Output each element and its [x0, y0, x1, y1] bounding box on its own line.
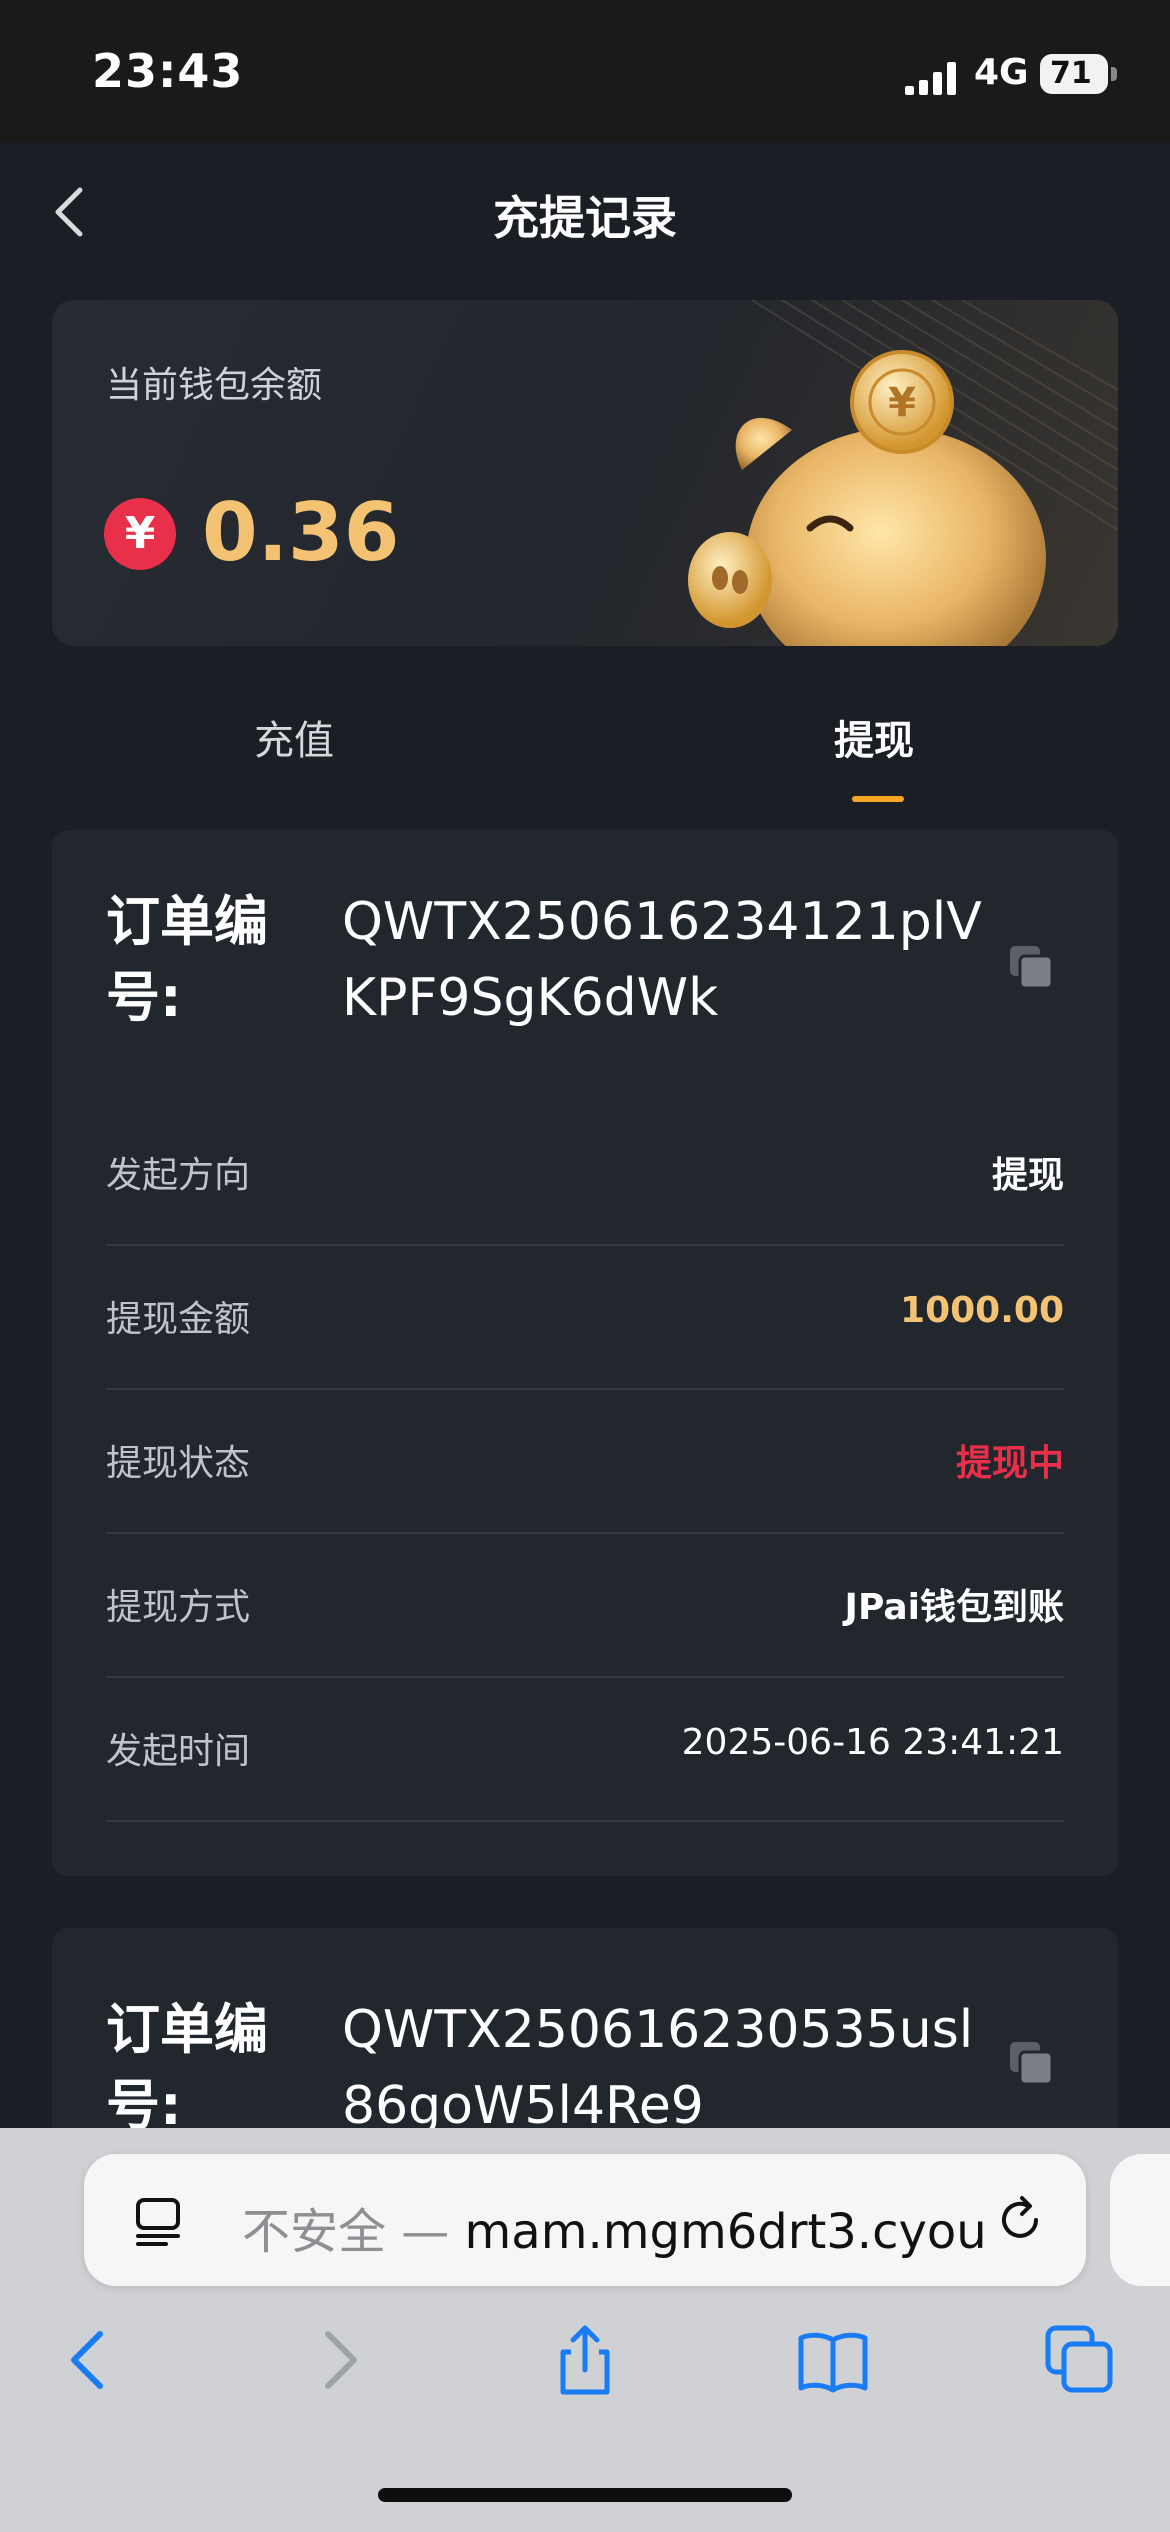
- wallet-balance-amount: 0.36: [202, 486, 400, 579]
- reload-icon[interactable]: [992, 2192, 1048, 2248]
- active-tab-indicator: [852, 796, 904, 802]
- detail-row-status: 提现状态 提现中: [106, 1388, 1064, 1534]
- address-bar[interactable]: 不安全 — mam.mgm6drt3.cyou: [84, 2154, 1086, 2286]
- detail-label: 提现状态: [106, 1443, 251, 1484]
- detail-label: 发起方向: [106, 1155, 251, 1196]
- copy-icon[interactable]: [1006, 2038, 1056, 2088]
- tabs-icon[interactable]: [1040, 2320, 1120, 2400]
- detail-value: 提现: [991, 1155, 1064, 1196]
- page-title: 充提记录: [493, 191, 677, 245]
- url-domain: mam.mgm6drt3.cyou: [464, 2204, 987, 2260]
- withdraw-amount-value: 1000.00: [900, 1290, 1064, 1331]
- order-number: QWTX250616230535usl86goW5l4Re9: [342, 2000, 974, 2136]
- network-type: 4G: [974, 52, 1029, 93]
- url-text: 不安全 — mam.mgm6drt3.cyou: [242, 2192, 987, 2262]
- status-bar: 23:43 4G 71: [0, 0, 1170, 142]
- next-tab-preview[interactable]: [1110, 2154, 1170, 2286]
- reader-page-icon[interactable]: [132, 2194, 184, 2246]
- wallet-balance-card: 当前钱包余额 ¥ 0.36 ¥: [52, 300, 1118, 646]
- detail-label: 提现金额: [106, 1299, 251, 1340]
- detail-value: 2025-06-16 23:41:21: [681, 1722, 1064, 1763]
- detail-label: 提现方式: [106, 1587, 251, 1628]
- yen-icon: ¥: [104, 498, 176, 570]
- detail-row-direction: 发起方向 提现: [106, 1100, 1064, 1246]
- detail-label: 发起时间: [106, 1731, 251, 1772]
- order-card: 订单编号: QWTX250616234121plVKPF9SgK6dWk 发起方…: [52, 830, 1118, 1876]
- order-number: QWTX250616234121plVKPF9SgK6dWk: [342, 892, 982, 1028]
- battery-icon: 71: [1040, 54, 1108, 94]
- share-icon[interactable]: [545, 2320, 625, 2400]
- tab-withdraw[interactable]: 提现: [834, 708, 914, 766]
- signal-icon: [905, 62, 956, 95]
- piggy-bank-icon: ¥: [688, 350, 1046, 646]
- home-indicator[interactable]: [378, 2488, 792, 2502]
- browser-back-icon[interactable]: [48, 2320, 128, 2400]
- detail-row-amount: 提现金额 1000.00: [106, 1244, 1064, 1390]
- bookmarks-icon[interactable]: [793, 2320, 873, 2400]
- copy-icon[interactable]: [1006, 942, 1056, 992]
- tab-recharge[interactable]: 充值: [254, 708, 334, 766]
- detail-row-time: 发起时间 2025-06-16 23:41:21: [106, 1676, 1064, 1822]
- detail-row-method: 提现方式 JPai钱包到账: [106, 1532, 1064, 1678]
- withdraw-status-value: 提现中: [955, 1443, 1064, 1484]
- svg-text:¥: ¥: [888, 380, 916, 426]
- detail-value: JPai钱包到账: [844, 1587, 1064, 1628]
- order-number-label: 订单编号:: [106, 1998, 268, 2137]
- battery-tip: [1111, 67, 1117, 81]
- browser-forward-icon[interactable]: [300, 2320, 380, 2400]
- security-warning: 不安全 —: [242, 2204, 465, 2260]
- order-number-label: 订单编号:: [106, 890, 268, 1029]
- clock: 23:43: [92, 44, 244, 98]
- wallet-balance-label: 当前钱包余额: [106, 365, 323, 406]
